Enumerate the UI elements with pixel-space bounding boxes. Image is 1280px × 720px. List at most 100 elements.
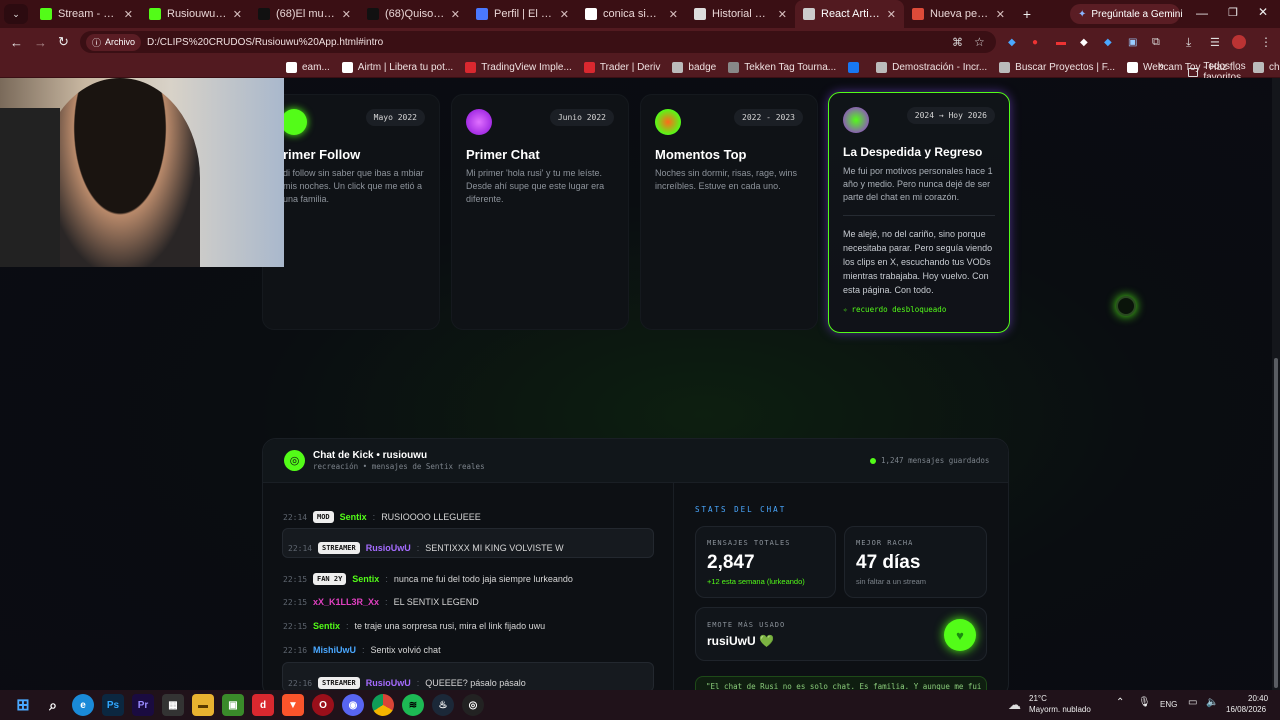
stat-value: 47 días xyxy=(856,552,921,573)
message-username[interactable]: RusioUwU xyxy=(366,678,411,688)
close-window-button[interactable]: ✕ xyxy=(1258,5,1268,19)
brave-icon[interactable]: ▼ xyxy=(282,694,304,716)
tiktok-icon xyxy=(258,8,270,20)
close-icon[interactable]: ✕ xyxy=(342,8,351,21)
bookmark-item[interactable]: Demostración - Incr... xyxy=(870,61,993,73)
obs-icon[interactable]: ◎ xyxy=(462,694,484,716)
tab-1[interactable]: Stream - Kick Da ✕ xyxy=(32,0,141,28)
card-extra-text: Me alejé, no del cariño, sino porque nec… xyxy=(843,229,993,295)
message-username[interactable]: xX_K1LL3R_Xx xyxy=(313,597,379,607)
message-text: Sentix volvió chat xyxy=(370,645,441,655)
extension-icon[interactable]: ◆ xyxy=(1104,37,1112,48)
chat-panel: ◎ Chat de Kick • rusiouwu recreación • m… xyxy=(262,438,1009,690)
tab-search-button[interactable]: ⌄ xyxy=(4,4,28,24)
tray-chevron-icon[interactable]: ⌃ xyxy=(1116,697,1124,708)
new-tab-button[interactable]: + xyxy=(1017,6,1037,22)
extensions-puzzle-icon[interactable]: ⧉ xyxy=(1152,36,1160,49)
card-text: di follow sin saber que ibas a mbiar mis… xyxy=(283,168,424,204)
steam-icon[interactable]: ♨ xyxy=(432,694,454,716)
tab-2[interactable]: Rusiouwu Stream ✕ xyxy=(141,0,250,28)
gemini-button[interactable]: ✦ Pregúntale a Gemini xyxy=(1070,4,1183,24)
quote-text: "El chat de Rusi no es solo chat. Es fam… xyxy=(706,682,982,690)
close-icon[interactable]: ✕ xyxy=(124,8,133,21)
close-icon[interactable]: ✕ xyxy=(996,8,1005,21)
bookmark-item[interactable]: eam... xyxy=(280,61,336,73)
microphone-icon[interactable]: 🎙 xyxy=(1138,697,1151,708)
menu-icon[interactable]: ⋮ xyxy=(1260,35,1272,49)
address-bar[interactable]: ⓘ Archivo D:/CLIPS%20CRUDOS/Rusiouwu%20A… xyxy=(80,31,996,53)
translate-icon[interactable]: ⌘ xyxy=(952,36,963,49)
deriv-icon[interactable]: d xyxy=(252,694,274,716)
bookmark-item[interactable]: Buscar Proyectos | F... xyxy=(993,61,1121,73)
download-icon[interactable]: ⤓ xyxy=(1186,35,1191,50)
language-indicator[interactable]: ENG xyxy=(1160,700,1177,709)
bookmark-item[interactable] xyxy=(842,61,870,73)
minecraft-icon[interactable]: ▣ xyxy=(222,694,244,716)
message-username[interactable]: Sentix xyxy=(340,512,367,522)
tab-search-icon[interactable]: ☰ xyxy=(1210,36,1220,49)
tab-3[interactable]: (68)El mundial de ✕ xyxy=(250,0,359,28)
windows-start-icon[interactable]: ⊞ xyxy=(12,694,34,716)
minimize-button[interactable]: — xyxy=(1196,6,1208,20)
clock-time[interactable]: 20:40 xyxy=(1248,694,1268,703)
search-icon[interactable]: ⌕ xyxy=(42,694,64,716)
bookmark-item[interactable]: badge xyxy=(666,61,722,73)
bookmark-star-icon[interactable]: ☆ xyxy=(974,35,985,49)
bookmarks-more[interactable]: » xyxy=(1158,60,1164,72)
tab-7[interactable]: Historial de desc ✕ xyxy=(686,0,795,28)
premiere-icon[interactable]: Pr xyxy=(132,694,154,716)
maximize-button[interactable]: ❐ xyxy=(1228,6,1238,19)
discord-icon[interactable]: ◉ xyxy=(342,694,364,716)
reload-icon[interactable]: ↻ xyxy=(58,34,69,50)
network-icon[interactable]: ▭ xyxy=(1188,697,1197,708)
extension-icon[interactable]: ◆ xyxy=(1080,37,1088,48)
message-separator: : xyxy=(385,574,388,584)
tab-6[interactable]: conica significado ✕ xyxy=(577,0,686,28)
opera-icon[interactable]: O xyxy=(312,694,334,716)
bookmark-item[interactable]: Trader | Deriv xyxy=(578,61,667,73)
message-username[interactable]: Sentix xyxy=(352,574,379,584)
store-icon[interactable]: ▦ xyxy=(162,694,184,716)
tab-4[interactable]: (68)Quiso ayudar ✕ xyxy=(359,0,468,28)
chrome-icon[interactable] xyxy=(372,694,394,716)
close-icon[interactable]: ✕ xyxy=(560,8,569,21)
close-icon[interactable]: ✕ xyxy=(451,8,460,21)
message-text: te traje una sorpresa rusi, mira el link… xyxy=(354,621,546,631)
message-username[interactable]: RusioUwU xyxy=(366,543,411,553)
tab-9[interactable]: Nueva pestaña ✕ xyxy=(904,0,1013,28)
file-info-chip[interactable]: ⓘ Archivo xyxy=(86,33,142,51)
tab-8[interactable]: React Artifact ✕ xyxy=(795,0,904,28)
spotify-icon[interactable]: ≋ xyxy=(402,694,424,716)
extension-icon[interactable]: ◆ xyxy=(1008,37,1016,48)
tab-5[interactable]: Perfil | El mejor s ✕ xyxy=(468,0,577,28)
bookmark-item[interactable]: TradingView Imple... xyxy=(459,61,578,73)
photoshop-icon[interactable]: Ps xyxy=(102,694,124,716)
profile-avatar[interactable] xyxy=(1232,35,1246,49)
forward-icon[interactable]: → xyxy=(34,35,47,50)
message-time: 22:15 xyxy=(283,621,308,631)
sparkle-icon: ✧ xyxy=(843,305,848,314)
edge-icon[interactable]: e xyxy=(72,694,94,716)
message-time: 22:14 xyxy=(288,543,313,553)
weather-icon[interactable]: ☁ xyxy=(1008,697,1021,713)
close-icon[interactable]: ✕ xyxy=(887,8,896,21)
message-username[interactable]: Sentix xyxy=(313,621,340,631)
close-icon[interactable]: ✕ xyxy=(233,8,242,21)
extension-icon[interactable]: ▬ xyxy=(1056,37,1066,48)
extension-icon[interactable]: ▣ xyxy=(1128,37,1137,48)
bookmark-item[interactable]: Airtm | Libera tu pot... xyxy=(336,61,459,73)
clock-date[interactable]: 16/08/2026 xyxy=(1226,705,1266,714)
bookmark-label: eam... xyxy=(302,61,330,73)
tab-label: Perfil | El mejor s xyxy=(494,8,554,20)
scrollbar-track[interactable] xyxy=(1272,78,1280,690)
message-username[interactable]: MishiUwU xyxy=(313,645,356,655)
close-icon[interactable]: ✕ xyxy=(778,8,787,21)
online-dot xyxy=(870,458,876,464)
extension-icon[interactable]: ● xyxy=(1032,37,1038,48)
back-icon[interactable]: ← xyxy=(10,35,23,50)
scrollbar-thumb[interactable] xyxy=(1274,358,1278,688)
volume-icon[interactable]: 🔈 xyxy=(1206,697,1218,708)
bookmark-item[interactable]: Tekken Tag Tourna... xyxy=(722,61,842,73)
folder-icon[interactable]: ▬ xyxy=(192,694,214,716)
close-icon[interactable]: ✕ xyxy=(669,8,678,21)
